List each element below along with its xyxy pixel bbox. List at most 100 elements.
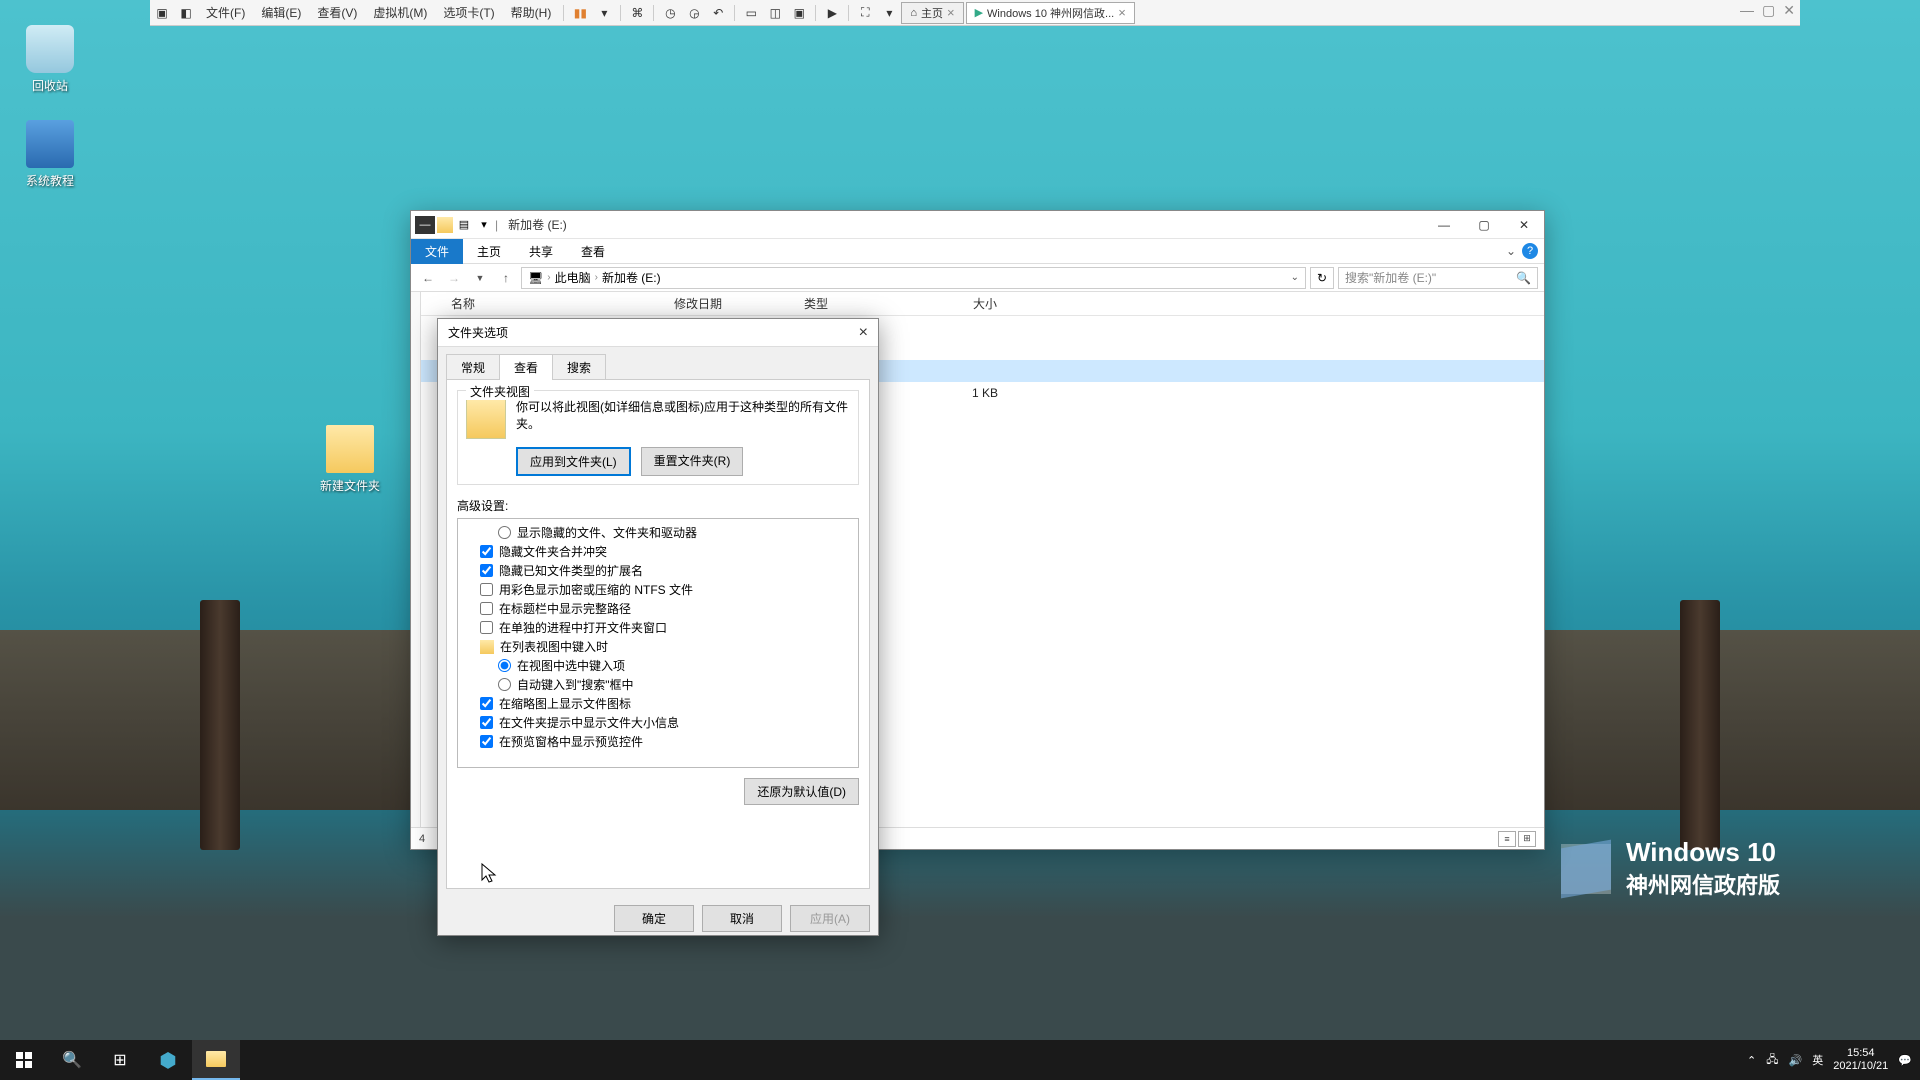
vm-tab-home[interactable]: ⌂ 主页 × [901,2,963,24]
security-app-button[interactable]: ⬢ [144,1040,192,1080]
checkbox[interactable] [480,735,493,748]
advanced-setting-item[interactable]: 在列表视图中键入时 [462,637,854,656]
vm-tab-active[interactable]: ▶ Windows 10 神州网信政... × [966,2,1135,24]
tab-general[interactable]: 常规 [446,354,500,380]
ime-indicator[interactable]: 英 [1812,1052,1823,1068]
advanced-setting-item[interactable]: 在文件夹提示中显示文件大小信息 [462,713,854,732]
tab-search[interactable]: 搜索 [552,354,606,380]
up-button[interactable]: ↑ [495,267,517,289]
checkbox[interactable] [480,564,493,577]
advanced-setting-item[interactable]: 隐藏文件夹合并冲突 [462,542,854,561]
refresh-button[interactable]: ↻ [1310,267,1334,289]
column-name[interactable]: 名称 [421,295,666,312]
radio[interactable] [498,659,511,672]
cancel-button[interactable]: 取消 [702,905,782,932]
vm-layout3-icon[interactable]: ▣ [787,2,811,24]
desktop-new-folder[interactable]: 新建文件夹 [315,425,385,494]
task-view-button[interactable]: ⊞ [96,1040,144,1080]
menu-tabs[interactable]: 选项卡(T) [435,4,502,21]
ok-button[interactable]: 确定 [614,905,694,932]
desktop-system-tools[interactable]: 系统教程 [15,120,85,189]
close-button[interactable]: × [859,324,868,342]
maximize-button[interactable]: ▢ [1464,211,1504,239]
advanced-setting-item[interactable]: 自动键入到"搜索"框中 [462,675,854,694]
column-headers[interactable]: 名称 修改日期 类型 大小 [421,292,1544,316]
checkbox[interactable] [480,583,493,596]
vm-revert-icon[interactable]: ↶ [706,2,730,24]
ribbon-tab-file[interactable]: 文件 [411,239,463,264]
vm-thumbnail-icon[interactable]: ◧ [174,2,198,24]
advanced-setting-item[interactable]: 在单独的进程中打开文件夹窗口 [462,618,854,637]
reset-folders-button[interactable]: 重置文件夹(R) [641,447,744,476]
advanced-setting-item[interactable]: 用彩色显示加密或压缩的 NTFS 文件 [462,580,854,599]
menu-vm[interactable]: 虚拟机(M) [365,4,435,21]
view-details-button[interactable]: ≡ [1498,831,1516,847]
vm-snapshot-manager-icon[interactable]: ◶ [682,2,706,24]
start-button[interactable] [0,1040,48,1080]
view-icons-button[interactable]: ⊞ [1518,831,1536,847]
checkbox[interactable] [480,716,493,729]
vm-dropdown-icon[interactable]: ▾ [592,2,616,24]
advanced-setting-item[interactable]: 显示隐藏的文件、文件夹和驱动器 [462,523,854,542]
forward-button[interactable]: → [443,267,465,289]
chevron-right-icon[interactable]: › [595,272,598,283]
vm-dropdown2-icon[interactable]: ▾ [877,2,901,24]
desktop-recycle-bin[interactable]: 回收站 [15,25,85,94]
advanced-setting-item[interactable]: 在标题栏中显示完整路径 [462,599,854,618]
search-button[interactable]: 🔍 [48,1040,96,1080]
advanced-setting-item[interactable]: 在视图中选中键入项 [462,656,854,675]
vm-layout2-icon[interactable]: ◫ [763,2,787,24]
vm-fullscreen-icon[interactable]: ⛶ [853,2,877,24]
close-icon[interactable]: × [1118,5,1126,20]
qat-dropdown-icon[interactable]: ▾ [475,216,493,234]
back-button[interactable]: ← [417,267,439,289]
ribbon-expand-icon[interactable]: ⌄ [1506,244,1516,258]
chevron-right-icon[interactable]: › [547,272,550,283]
search-icon[interactable]: 🔍 [1516,271,1531,285]
notifications-icon[interactable]: 💬 [1898,1054,1912,1067]
vm-pause-icon[interactable]: ▮▮ [568,2,592,24]
vm-snapshot-icon[interactable]: ◷ [658,2,682,24]
minimize-button[interactable]: — [1424,211,1464,239]
restore-defaults-button[interactable]: 还原为默认值(D) [744,778,859,805]
menu-view[interactable]: 查看(V) [309,4,365,21]
tray-overflow-icon[interactable]: ⌃ [1747,1054,1756,1067]
vm-console-icon[interactable]: ▶ [820,2,844,24]
breadcrumb[interactable]: 🖥 › 此电脑 › 新加卷 (E:) ⌄ [521,267,1306,289]
radio[interactable] [498,526,511,539]
file-explorer-button[interactable] [192,1040,240,1080]
volume-icon[interactable]: 🔊 [1789,1054,1803,1067]
breadcrumb-drive[interactable]: 新加卷 (E:) [602,269,661,286]
ribbon-tab-home[interactable]: 主页 [463,239,515,264]
recent-dropdown[interactable]: ▼ [469,267,491,289]
vm-send-cad-icon[interactable]: ⌘ [625,2,649,24]
address-dropdown-icon[interactable]: ⌄ [1291,272,1299,283]
properties-icon[interactable]: ▤ [455,216,473,234]
advanced-setting-item[interactable]: 隐藏已知文件类型的扩展名 [462,561,854,580]
apply-button[interactable]: 应用(A) [790,905,870,932]
help-icon[interactable]: ? [1522,243,1538,259]
menu-edit[interactable]: 编辑(E) [253,4,309,21]
minimize-icon[interactable]: — [1740,2,1754,19]
menu-file[interactable]: 文件(F) [198,4,253,21]
network-icon[interactable]: 🖧 [1766,1051,1778,1070]
radio[interactable] [498,678,511,691]
apply-to-folders-button[interactable]: 应用到文件夹(L) [516,447,631,476]
close-icon[interactable]: × [947,5,955,20]
menu-help[interactable]: 帮助(H) [503,4,560,21]
advanced-settings-list[interactable]: 显示隐藏的文件、文件夹和驱动器隐藏文件夹合并冲突隐藏已知文件类型的扩展名用彩色显… [457,518,859,768]
advanced-setting-item[interactable]: 在缩略图上显示文件图标 [462,694,854,713]
ribbon-tab-share[interactable]: 共享 [515,239,567,264]
explorer-titlebar[interactable]: — ▤ ▾ | 新加卷 (E:) — ▢ ✕ [411,211,1544,239]
checkbox[interactable] [480,602,493,615]
column-date[interactable]: 修改日期 [666,295,796,312]
system-menu-icon[interactable]: — [415,216,435,234]
ribbon-tab-view[interactable]: 查看 [567,239,619,264]
checkbox[interactable] [480,545,493,558]
taskbar-clock[interactable]: 15:54 2021/10/21 [1833,1047,1888,1073]
close-button[interactable]: ✕ [1504,211,1544,239]
breadcrumb-pc[interactable]: 此电脑 [555,269,591,286]
column-size[interactable]: 大小 [906,295,1006,312]
search-box[interactable]: 搜索"新加卷 (E:)" 🔍 [1338,267,1538,289]
checkbox[interactable] [480,697,493,710]
